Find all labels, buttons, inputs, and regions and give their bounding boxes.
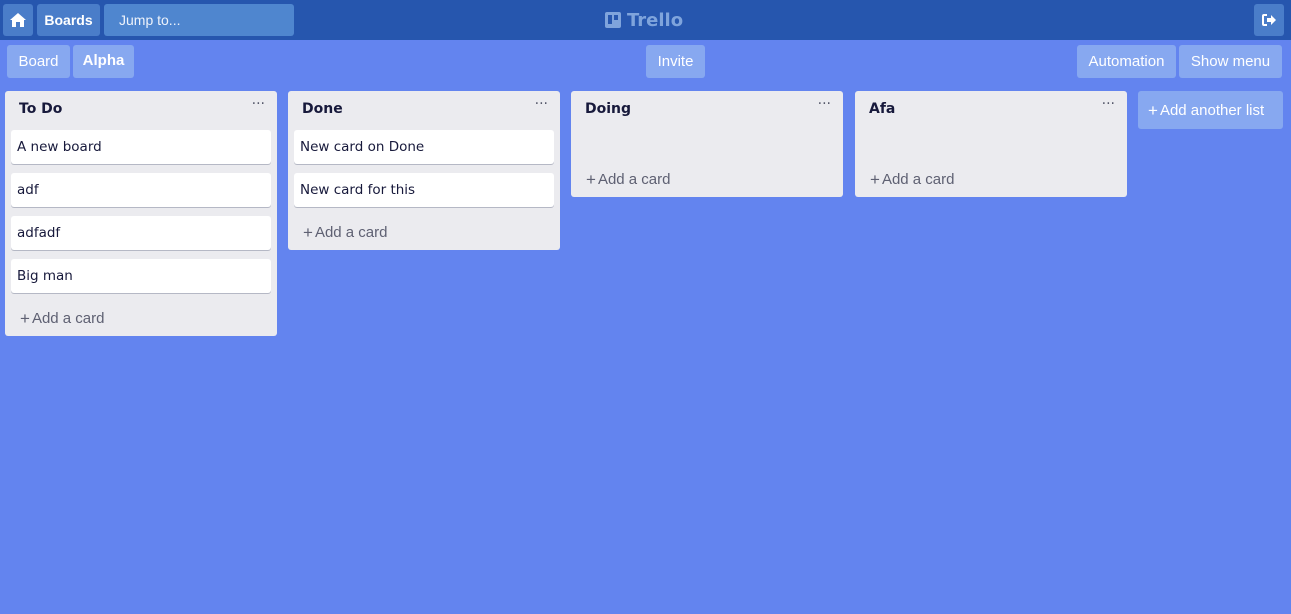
list-menu-button[interactable]: ··· (252, 97, 265, 111)
list-menu-button[interactable]: ··· (535, 97, 548, 111)
add-card-button[interactable]: + Add a card (20, 310, 104, 327)
list-title[interactable]: Doing (585, 101, 631, 117)
add-card-label: Add a card (881, 171, 955, 188)
plus-icon: + (303, 223, 313, 242)
list-menu-button[interactable]: ··· (1102, 97, 1115, 111)
add-card-button[interactable]: + Add a card (586, 171, 670, 188)
show-menu-button[interactable]: Show menu (1179, 45, 1282, 78)
add-card-button[interactable]: + Add a card (870, 171, 954, 188)
add-card-button[interactable]: + Add a card (303, 224, 387, 241)
invite-button[interactable]: Invite (646, 45, 705, 78)
home-button[interactable] (3, 4, 33, 36)
card[interactable]: A new board (11, 130, 271, 164)
add-card-label: Add a card (597, 171, 671, 188)
list-to-do: To Do ··· A new board adf adfadf Big man… (5, 91, 277, 336)
plus-icon: + (1148, 100, 1158, 120)
logo-text: Trello (627, 9, 684, 31)
board-button[interactable]: Board (7, 45, 70, 78)
add-card-label: Add a card (314, 224, 388, 241)
automation-button[interactable]: Automation (1077, 45, 1176, 78)
list-title[interactable]: Done (302, 101, 343, 117)
list-doing: Doing ··· + Add a card (571, 91, 843, 197)
list-title[interactable]: To Do (19, 101, 62, 117)
add-card-label: Add a card (31, 310, 105, 327)
list-menu-button[interactable]: ··· (818, 97, 831, 111)
sign-out-icon (1262, 14, 1276, 26)
jump-to-search-input[interactable] (104, 4, 294, 36)
card[interactable]: Big man (11, 259, 271, 293)
list-title[interactable]: Afa (869, 101, 895, 117)
card[interactable]: New card on Done (294, 130, 554, 164)
add-list-label: Add another list (1159, 101, 1265, 119)
board-name-button[interactable]: Alpha (73, 45, 134, 78)
plus-icon: + (20, 309, 30, 328)
card[interactable]: adfadf (11, 216, 271, 250)
boards-button[interactable]: Boards (37, 4, 100, 36)
trello-logo[interactable]: Trello (605, 8, 683, 32)
card[interactable]: New card for this (294, 173, 554, 207)
logout-button[interactable] (1254, 4, 1284, 36)
card[interactable]: adf (11, 173, 271, 207)
home-icon (10, 13, 26, 27)
plus-icon: + (586, 170, 596, 189)
list-done: Done ··· New card on Done New card for t… (288, 91, 560, 250)
trello-board-icon (605, 12, 621, 28)
list-afa: Afa ··· + Add a card (855, 91, 1127, 197)
plus-icon: + (870, 170, 880, 189)
add-list-button[interactable]: + Add another list (1138, 91, 1283, 129)
top-nav-bar: Boards Trello (0, 0, 1291, 40)
